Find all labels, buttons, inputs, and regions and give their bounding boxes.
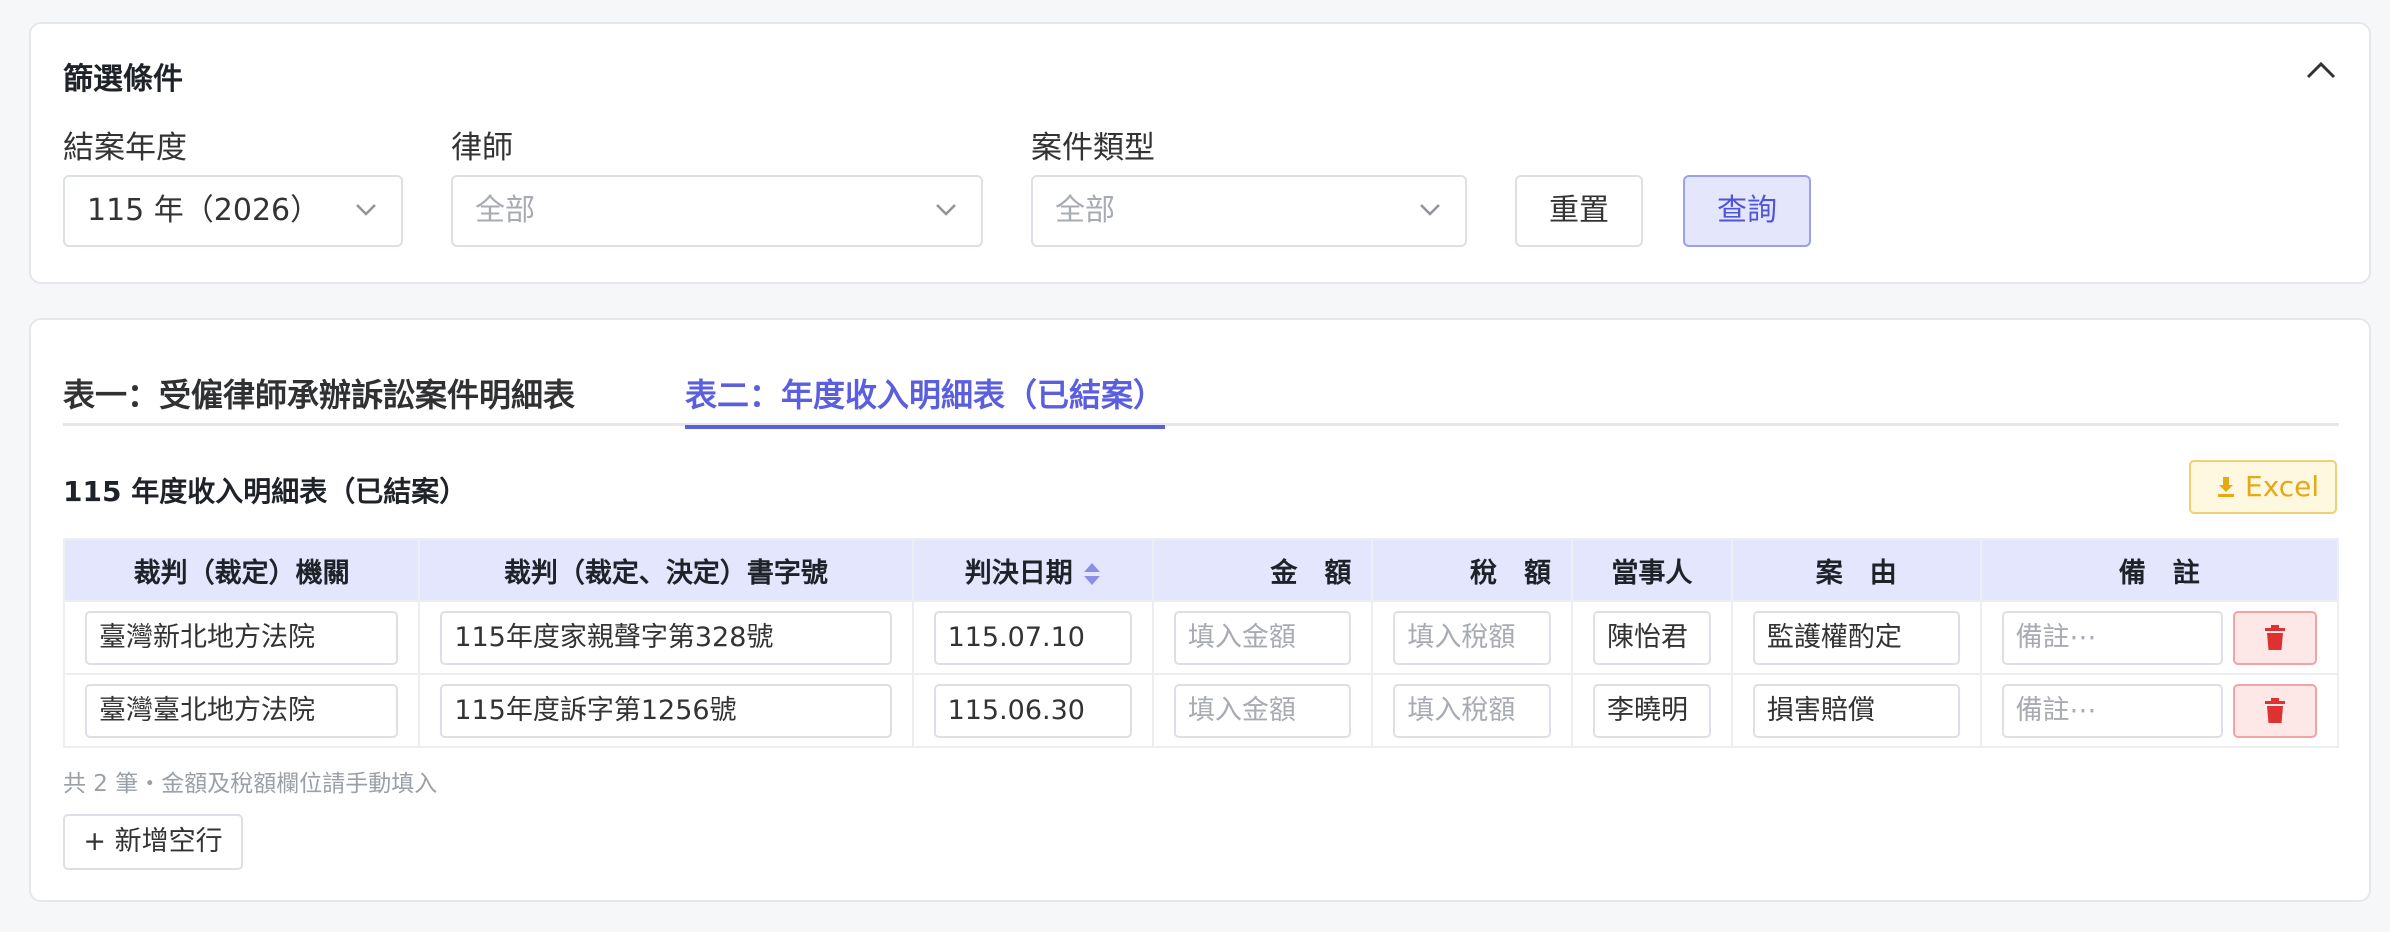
delete-row-button[interactable]	[2233, 683, 2317, 738]
chevron-down-icon	[936, 204, 956, 216]
amount-input[interactable]: 填入金額	[1173, 683, 1352, 738]
case-type-label: 案件類型	[1031, 130, 1155, 166]
note-input[interactable]: 備註⋯	[2001, 683, 2223, 738]
year-select-value: 115 年（2026）	[87, 193, 321, 228]
chevron-up-icon[interactable]	[2305, 60, 2337, 80]
col-header-date-label: 判決日期	[964, 557, 1073, 589]
tab-annual-income[interactable]: 表二：年度收入明細表（已結案）	[685, 370, 1166, 429]
tab-case-list[interactable]: 表一：受僱律師承辦訴訟案件明細表	[63, 370, 575, 426]
col-header-docket: 裁判（裁定、決定）書字號	[418, 538, 914, 602]
lawyer-select-value: 全部	[475, 193, 535, 228]
docket-input[interactable]: 115年度訴字第1256號	[440, 683, 892, 738]
cause-input[interactable]: 監護權酌定	[1752, 610, 1960, 665]
tab-bar: 表一：受僱律師承辦訴訟案件明細表 表二：年度收入明細表（已結案）	[63, 370, 2339, 429]
report-title: 115 年度收入明細表（已結案）	[63, 475, 468, 508]
table-row: 臺灣新北地方法院 115年度家親聲字第328號 115.07.10 填入金額 填…	[62, 600, 2340, 675]
table-row: 臺灣臺北地方法院 115年度訴字第1256號 115.06.30 填入金額 填入…	[62, 673, 2340, 748]
lawyer-label: 律師	[451, 130, 513, 166]
case-type-select[interactable]: 全部	[1031, 175, 1467, 247]
col-header-date[interactable]: 判決日期	[911, 538, 1154, 602]
case-type-select-value: 全部	[1055, 193, 1115, 228]
year-label: 結案年度	[63, 130, 187, 166]
table-header-row: 裁判（裁定）機關 裁判（裁定、決定）書字號 判決日期 金 額 稅 額 當事人 案…	[62, 538, 2340, 602]
party-input[interactable]: 李曉明	[1592, 683, 1711, 738]
download-icon	[2218, 477, 2234, 497]
lawyer-select[interactable]: 全部	[451, 175, 983, 247]
filter-panel: 篩選條件 結案年度 115 年（2026） 律師 全部 案件類型 全部 重置 查…	[29, 22, 2371, 284]
income-table: 裁判（裁定）機關 裁判（裁定、決定）書字號 判決日期 金 額 稅 額 當事人 案…	[62, 538, 2340, 748]
tax-input[interactable]: 填入稅額	[1393, 683, 1551, 738]
query-button[interactable]: 查詢	[1683, 175, 1811, 247]
col-header-amount: 金 額	[1151, 538, 1374, 602]
docket-input[interactable]: 115年度家親聲字第328號	[440, 610, 892, 665]
date-input[interactable]: 115.06.30	[933, 683, 1132, 738]
delete-row-button[interactable]	[2233, 610, 2317, 665]
chevron-down-icon	[1420, 204, 1440, 216]
cause-input[interactable]: 損害賠償	[1752, 683, 1960, 738]
amount-input[interactable]: 填入金額	[1173, 610, 1352, 665]
col-header-cause: 案 由	[1730, 538, 1982, 602]
tax-input[interactable]: 填入稅額	[1393, 610, 1551, 665]
col-header-court: 裁判（裁定）機關	[62, 538, 421, 602]
excel-export-label: Excel	[2245, 470, 2320, 503]
excel-export-button[interactable]: Excel	[2189, 460, 2337, 514]
court-input[interactable]: 臺灣臺北地方法院	[85, 683, 399, 738]
date-input[interactable]: 115.07.10	[933, 610, 1132, 665]
trash-icon	[2265, 697, 2285, 723]
court-input[interactable]: 臺灣新北地方法院	[85, 610, 399, 665]
filter-title: 篩選條件	[63, 62, 183, 97]
report-panel: 表一：受僱律師承辦訴訟案件明細表 表二：年度收入明細表（已結案） 115 年度收…	[29, 318, 2371, 902]
col-header-tax: 稅 額	[1371, 538, 1573, 602]
note-input[interactable]: 備註⋯	[2001, 610, 2223, 665]
reset-button[interactable]: 重置	[1515, 175, 1643, 247]
col-header-party: 當事人	[1570, 538, 1733, 602]
add-row-button[interactable]: + 新增空行	[63, 814, 243, 870]
col-header-note: 備 註	[1979, 538, 2340, 602]
trash-icon	[2265, 624, 2285, 650]
chevron-down-icon	[356, 204, 376, 216]
table-summary: 共 2 筆・金額及稅額欄位請手動填入	[63, 771, 438, 797]
party-input[interactable]: 陳怡君	[1592, 610, 1711, 665]
year-select[interactable]: 115 年（2026）	[63, 175, 403, 247]
sort-icon[interactable]	[1083, 560, 1101, 588]
